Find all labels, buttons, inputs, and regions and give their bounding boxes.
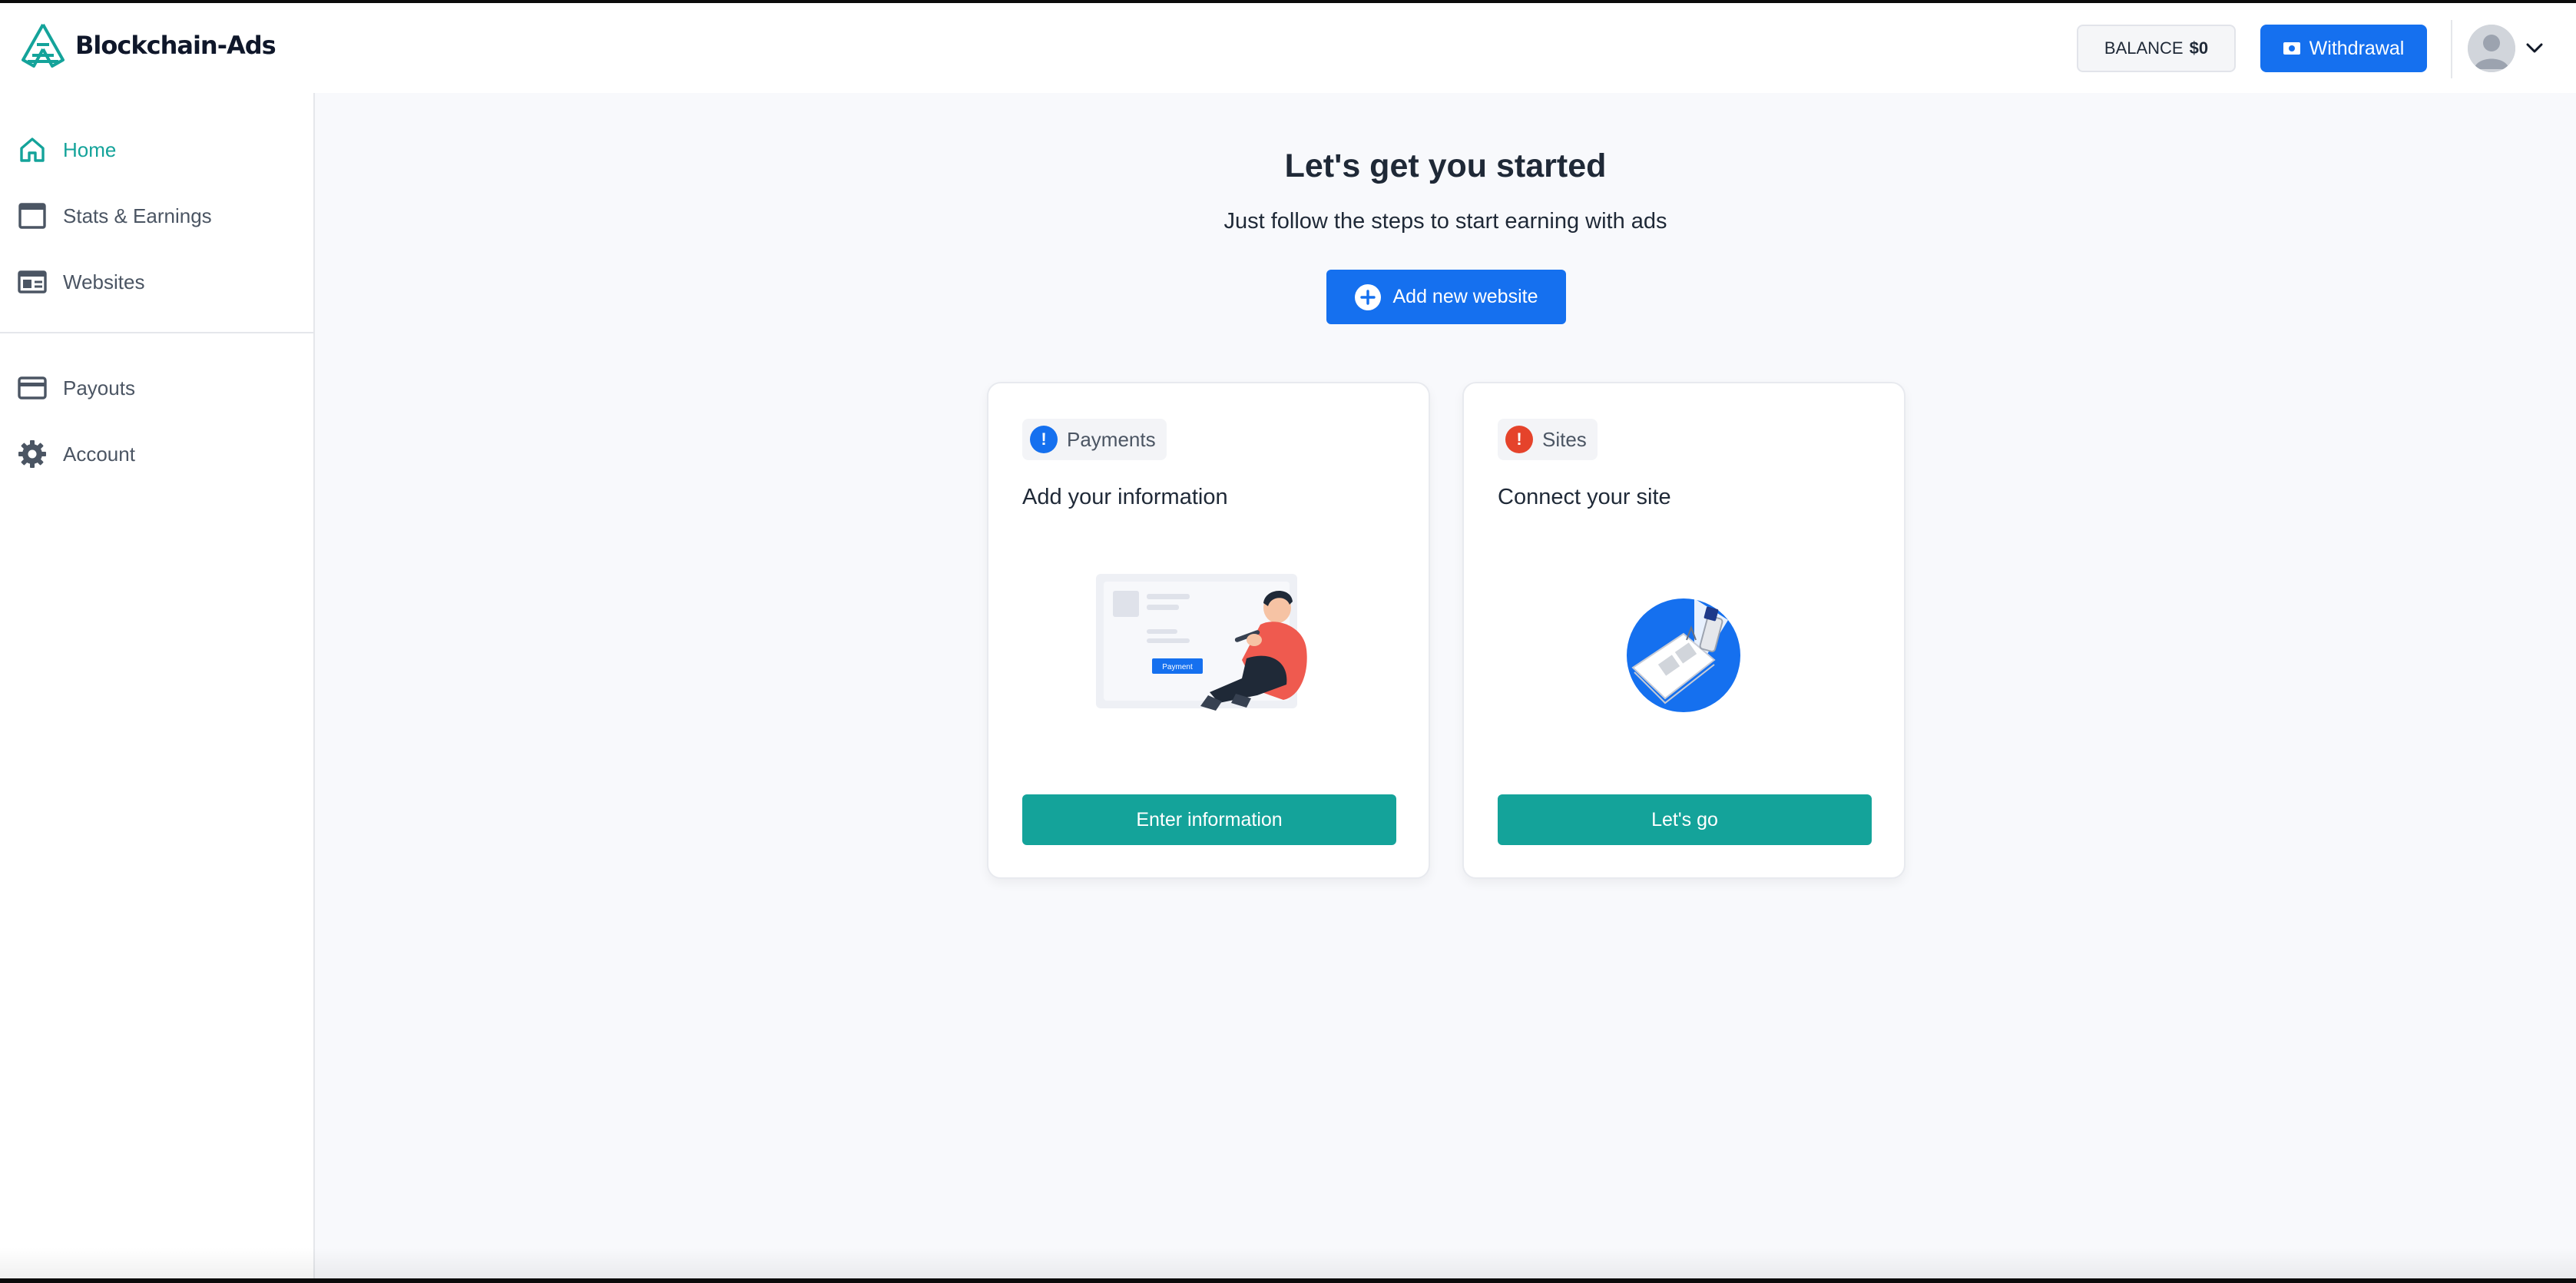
sidebar-item-label: Account	[63, 442, 135, 466]
page-subtitle: Just follow the steps to start earning w…	[1223, 209, 1667, 234]
chevron-down-icon[interactable]	[2526, 43, 2543, 54]
sidebar-item-label: Home	[63, 138, 117, 161]
sidebar-item-stats-earnings[interactable]: Stats & Earnings	[17, 199, 212, 233]
add-new-website-label: Add new website	[1392, 286, 1538, 307]
add-new-website-button[interactable]: Add new website	[1326, 270, 1566, 324]
payment-illustration: Payment	[1096, 574, 1307, 711]
sidebar: Home Stats & Earnings Websites Payouts A…	[0, 93, 315, 1278]
balance-value: $0	[2189, 38, 2209, 58]
withdrawal-button[interactable]: Withdrawal	[2260, 25, 2427, 72]
user-menu[interactable]	[2468, 25, 2543, 72]
balance-label: BALANCE	[2104, 38, 2184, 58]
connect-site-illustration	[1627, 598, 1740, 712]
warning-alert-icon: !	[1505, 426, 1533, 453]
sites-tag: ! Sites	[1498, 419, 1598, 460]
payments-tag: ! Payments	[1022, 419, 1167, 460]
payments-card: ! Payments Add your information Payment …	[987, 382, 1430, 879]
sites-tag-label: Sites	[1542, 427, 1587, 451]
browser-icon	[18, 270, 47, 293]
payments-tag-label: Payments	[1067, 427, 1156, 451]
header-divider	[2451, 20, 2452, 78]
blockchain-ads-logo-icon	[22, 24, 65, 68]
payment-illustration-label: Payment	[1162, 663, 1193, 671]
logo[interactable]: Blockchain-Ads	[17, 22, 276, 69]
window-icon	[18, 203, 46, 229]
sidebar-item-label: Stats & Earnings	[63, 204, 212, 227]
sidebar-item-account[interactable]: Account	[17, 437, 135, 471]
balance-display[interactable]: BALANCE $0	[2077, 25, 2236, 72]
sidebar-item-home[interactable]: Home	[17, 133, 116, 167]
top-bar: Blockchain-Ads BALANCE $0 Withdrawal	[0, 3, 2576, 93]
info-alert-icon: !	[1030, 426, 1058, 453]
cash-icon	[2283, 42, 2300, 55]
sidebar-divider	[0, 332, 313, 333]
credit-card-icon	[18, 376, 47, 399]
enter-information-button[interactable]: Enter information	[1022, 794, 1396, 845]
bottom-shadow	[0, 1248, 2576, 1278]
payments-card-heading: Add your information	[1022, 485, 1228, 509]
sidebar-item-websites[interactable]: Websites	[17, 265, 144, 299]
sites-card-heading: Connect your site	[1498, 485, 1671, 509]
page-title: Let's get you started	[1284, 148, 1607, 184]
app-window: Blockchain-Ads BALANCE $0 Withdrawal Hom…	[0, 3, 2576, 1278]
plus-circle-icon	[1355, 283, 1382, 310]
lets-go-button[interactable]: Let's go	[1498, 794, 1872, 845]
home-icon	[20, 138, 45, 162]
gear-icon	[18, 440, 46, 468]
sidebar-item-payouts[interactable]: Payouts	[17, 371, 135, 405]
sidebar-item-label: Payouts	[63, 376, 135, 399]
withdrawal-label: Withdrawal	[2309, 37, 2405, 59]
user-avatar-icon[interactable]	[2468, 25, 2515, 72]
logo-text: Blockchain-Ads	[75, 31, 276, 60]
sidebar-item-label: Websites	[63, 270, 145, 293]
sites-card: ! Sites Connect your site Let's go	[1462, 382, 1906, 879]
